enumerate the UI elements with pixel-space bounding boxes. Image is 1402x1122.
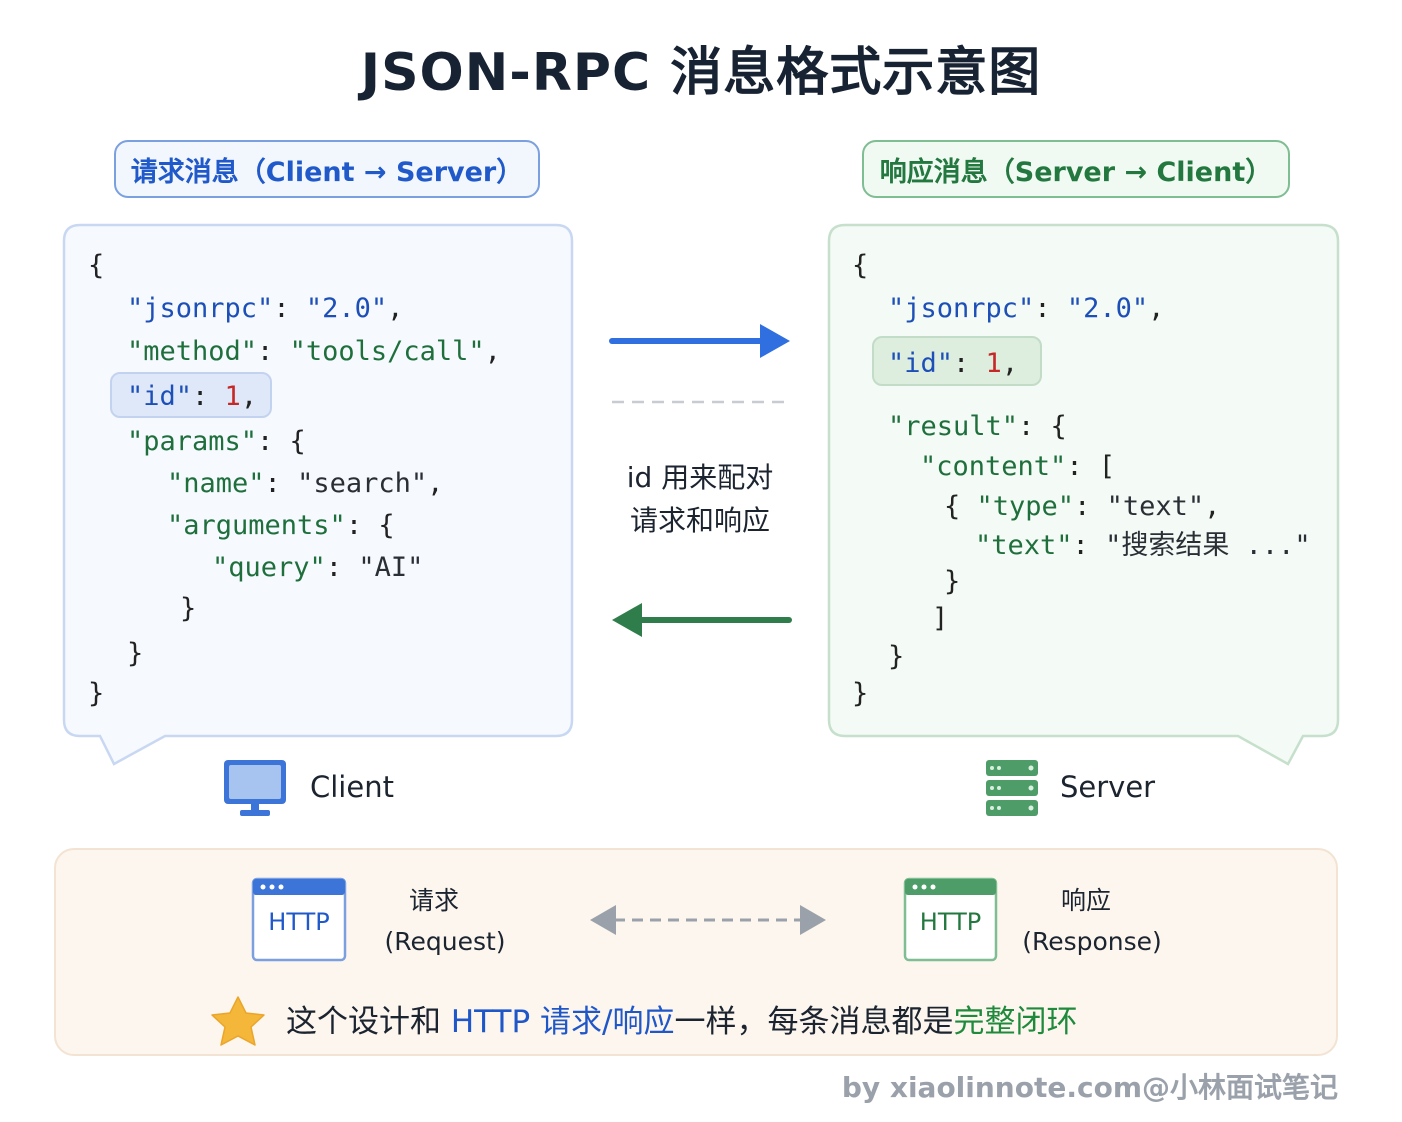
design-note-part1: 这个设计和 — [286, 1004, 451, 1040]
http-response-cn: 响应 — [1060, 886, 1111, 915]
design-note: 这个设计和 HTTP 请求/响应一样，每条消息都是完整闭环 — [218, 996, 1078, 1041]
http-request-en: (Request) — [384, 927, 506, 956]
http-icons — [211, 877, 998, 1046]
http-response-icon-text: HTTP — [919, 908, 982, 936]
http-response-en: (Response) — [1022, 927, 1162, 956]
http-request-cn: 请求 — [408, 886, 459, 915]
bidirectional-dashed-arrow — [590, 905, 826, 935]
design-note-http: HTTP 请求/响应 — [450, 1004, 675, 1040]
http-request-icon-text: HTTP — [268, 908, 330, 936]
design-note-part3: 一样，每条消息都是 — [674, 1004, 954, 1040]
footer-credit: by xiaolinnote.com@小林面试笔记 — [841, 1071, 1338, 1104]
design-note-closed-loop: 完整闭环 — [953, 1004, 1078, 1040]
